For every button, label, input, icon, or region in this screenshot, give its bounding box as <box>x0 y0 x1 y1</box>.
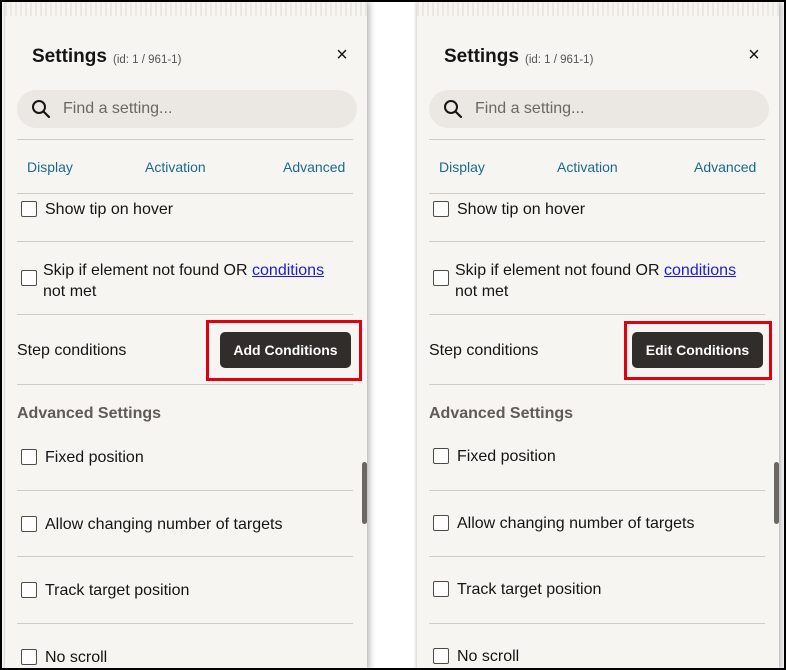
screenshot-frame: Settings (id: 1 / 961-1) × Display Activ… <box>0 0 786 670</box>
no-scroll-checkbox[interactable] <box>21 649 37 665</box>
fixed-position-label: Fixed position <box>45 449 144 466</box>
track-position-checkbox[interactable] <box>21 582 37 598</box>
search-icon <box>32 100 51 119</box>
conditions-link[interactable]: conditions <box>252 262 324 279</box>
divider <box>17 314 353 315</box>
search-box[interactable] <box>17 90 357 128</box>
track-position-checkbox[interactable] <box>433 581 449 597</box>
search-box[interactable] <box>429 90 769 128</box>
allow-changing-label: Allow changing number of targets <box>45 516 283 533</box>
settings-panel-add: Settings (id: 1 / 961-1) × Display Activ… <box>5 2 367 668</box>
no-scroll-label: No scroll <box>457 648 520 665</box>
skip-label-prefix: Skip if element not found OR <box>43 262 248 279</box>
step-conditions-label: Step conditions <box>429 342 539 359</box>
fixed-position-label: Fixed position <box>457 448 556 465</box>
divider <box>17 241 353 242</box>
settings-panel-edit: Settings (id: 1 / 961-1) × Display Activ… <box>417 2 779 668</box>
conditions-link[interactable]: conditions <box>664 262 736 279</box>
divider <box>429 193 765 194</box>
show-tip-label: Show tip on hover <box>457 201 586 218</box>
divider <box>17 384 353 385</box>
allow-changing-checkbox[interactable] <box>433 515 449 531</box>
tab-activation[interactable]: Activation <box>557 159 618 175</box>
tab-display[interactable]: Display <box>27 159 73 175</box>
divider <box>429 314 765 315</box>
panel-id: (id: 1 / 961-1) <box>113 54 182 66</box>
panel-top-texture <box>5 2 367 16</box>
edit-conditions-button[interactable]: Edit Conditions <box>632 332 763 368</box>
tab-activation[interactable]: Activation <box>145 159 206 175</box>
divider <box>17 623 353 624</box>
divider <box>17 490 353 491</box>
skip-checkbox[interactable] <box>433 270 449 286</box>
show-tip-checkbox[interactable] <box>433 201 449 217</box>
tab-advanced[interactable]: Advanced <box>694 159 756 175</box>
allow-changing-checkbox[interactable] <box>21 516 37 532</box>
scrollbar[interactable] <box>362 462 367 524</box>
divider <box>429 139 765 140</box>
allow-changing-label: Allow changing number of targets <box>457 515 695 532</box>
divider <box>429 623 765 624</box>
panel-id: (id: 1 / 961-1) <box>525 54 594 66</box>
close-icon[interactable]: × <box>745 45 763 65</box>
panel-title: Settings <box>444 46 519 67</box>
no-scroll-checkbox[interactable] <box>433 648 449 664</box>
divider <box>429 556 765 557</box>
show-tip-label: Show tip on hover <box>45 201 174 218</box>
show-tip-checkbox[interactable] <box>21 201 37 217</box>
panel-title: Settings <box>32 46 107 67</box>
tab-advanced[interactable]: Advanced <box>283 159 345 175</box>
divider <box>17 139 353 140</box>
divider <box>429 384 765 385</box>
divider <box>17 193 353 194</box>
tab-display[interactable]: Display <box>439 159 485 175</box>
fixed-position-checkbox[interactable] <box>433 448 449 464</box>
divider <box>429 241 765 242</box>
search-icon <box>444 100 463 119</box>
panel-top-texture <box>417 2 779 16</box>
skip-checkbox[interactable] <box>21 270 37 286</box>
no-scroll-label: No scroll <box>45 649 108 666</box>
scrollbar[interactable] <box>774 462 779 524</box>
advanced-settings-heading: Advanced Settings <box>17 405 162 422</box>
search-input[interactable] <box>63 90 343 128</box>
add-conditions-button[interactable]: Add Conditions <box>220 332 351 368</box>
divider <box>429 490 765 491</box>
fixed-position-checkbox[interactable] <box>21 449 37 465</box>
track-position-label: Track target position <box>457 581 602 598</box>
advanced-settings-heading: Advanced Settings <box>429 405 574 422</box>
search-input[interactable] <box>475 90 755 128</box>
divider <box>17 556 353 557</box>
close-icon[interactable]: × <box>333 45 351 65</box>
step-conditions-label: Step conditions <box>17 342 127 359</box>
skip-label: Skip if element not found OR conditions n… <box>43 260 343 302</box>
track-position-label: Track target position <box>45 582 190 599</box>
skip-label-suffix: not met <box>43 283 97 300</box>
skip-label-prefix: Skip if element not found OR <box>455 262 660 279</box>
skip-label: Skip if element not found OR conditions n… <box>455 260 755 302</box>
skip-label-suffix: not met <box>455 283 509 300</box>
